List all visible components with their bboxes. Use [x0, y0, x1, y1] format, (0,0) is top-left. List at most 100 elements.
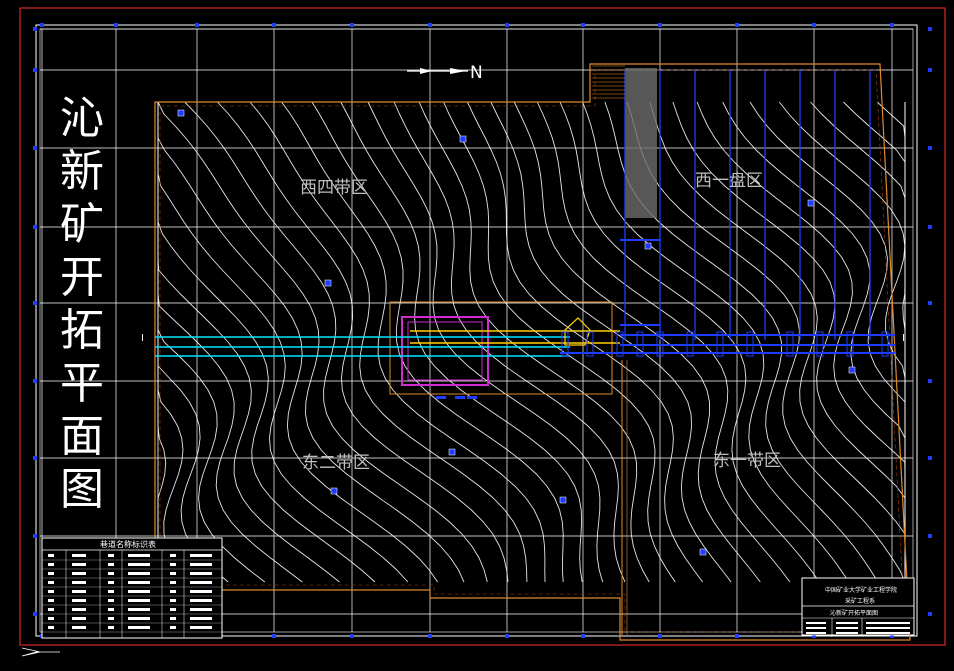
title-char: 沁 [60, 93, 104, 144]
section-marker-left: I [141, 333, 144, 344]
grid-tick [890, 23, 894, 27]
legend-cell-text [72, 554, 86, 557]
contour-line [559, 101, 820, 583]
legend-cell-text [170, 581, 176, 584]
grid-tick [928, 379, 932, 383]
contour-line [810, 101, 906, 582]
shaft-area-magenta-outer [401, 316, 489, 386]
legend-cell-text [108, 563, 114, 566]
legend-cell-text [128, 590, 150, 593]
zone-label-east-one: 东一带区 [713, 451, 781, 471]
contour-line [157, 102, 376, 583]
legend-cell-text [48, 590, 54, 593]
grid-tick [350, 634, 354, 638]
corner-mark [21, 647, 60, 657]
borehole-marker [699, 548, 707, 556]
station-mark [436, 396, 446, 399]
zone-label-east-two: 东二带区 [302, 453, 370, 473]
mine-development-plan-drawing: I I N 西四带区 西一盘区 东二带区 东一带区 巷道名称标识表 中国矿业大学… [19, 7, 946, 657]
contour-line [649, 101, 906, 582]
grid-tick [33, 612, 37, 616]
title-char: 拓 [60, 305, 104, 356]
contour-line [340, 101, 583, 583]
roadway-legend-table: 巷道名称标识表 [41, 537, 223, 639]
legend-cell-text [48, 617, 54, 620]
legend-cell-text [190, 626, 212, 629]
title-char: 新 [60, 146, 104, 197]
contour-line [157, 102, 195, 583]
legend-cell-text [190, 608, 212, 611]
grid-tick [928, 301, 932, 305]
grid-tick [505, 634, 509, 638]
top-hatching [592, 65, 625, 99]
legend-cell-text [48, 608, 54, 611]
contour-line [281, 101, 546, 583]
title-block-line2: 采矿工程系 [845, 597, 875, 605]
legend-cell-text [128, 572, 150, 575]
grid-tick [581, 634, 585, 638]
grid-tick [350, 23, 354, 27]
legend-cell-text [128, 617, 150, 620]
title-char: 图 [60, 464, 104, 515]
borehole-marker [324, 279, 332, 287]
grid-tick [735, 23, 739, 27]
legend-cell-text [72, 626, 86, 629]
panel-gob-hatch [625, 68, 657, 218]
grid-tick [735, 634, 739, 638]
contour-line [184, 101, 488, 583]
contour-line [393, 101, 626, 583]
legend-cell-text [72, 608, 86, 611]
grid-tick [428, 23, 432, 27]
legend-cell-text [48, 572, 54, 575]
grid-tick [428, 634, 432, 638]
legend-cell-text [170, 554, 176, 557]
grid-tick [40, 23, 44, 27]
legend-cell-text [128, 608, 150, 611]
legend-cell-text [108, 581, 114, 584]
legend-cell-text [128, 563, 150, 566]
title-block-cell [866, 627, 910, 629]
grid-tick [33, 27, 37, 31]
legend-cell-text [128, 554, 150, 557]
legend-cell-text [48, 554, 54, 557]
legend-cell-text [108, 608, 114, 611]
zone-label-west-four: 西四带区 [300, 178, 368, 198]
borehole-marker [177, 109, 185, 117]
borehole-marker [559, 496, 567, 504]
title-char: 开 [60, 252, 104, 303]
contour-line [367, 101, 604, 583]
borehole-marker [448, 448, 456, 456]
legend-cell-text [108, 626, 114, 629]
legend-cell-text [190, 581, 212, 584]
legend-cell-text [170, 563, 176, 566]
legend-cell-text [108, 572, 114, 575]
title-block-cell [806, 627, 826, 629]
borehole-marker [459, 135, 467, 143]
contour-line [626, 101, 906, 583]
legend-cell-text [48, 581, 54, 584]
legend-cell-text [190, 590, 212, 593]
legend-cell-text [170, 626, 176, 629]
title-block-cell [836, 632, 858, 634]
legend-cell-text [190, 617, 212, 620]
grid-tick [114, 23, 118, 27]
grid-tick [812, 23, 816, 27]
grid-tick [33, 534, 37, 538]
grid-tick [33, 68, 37, 72]
grid-tick [33, 301, 37, 305]
station-mark [455, 396, 465, 399]
legend-cell-text [108, 590, 114, 593]
title-block-cell [836, 622, 858, 624]
grid-tick [928, 456, 932, 460]
legend-cell-text [108, 617, 114, 620]
legend-cell-text [170, 608, 176, 611]
legend-cell-text [72, 599, 86, 602]
grid-tick [33, 379, 37, 383]
legend-cell-text [72, 563, 86, 566]
title-char: 矿 [60, 199, 104, 250]
title-char: 平 [60, 358, 104, 409]
section-marker-right: I [902, 333, 905, 344]
title-block-line1: 中国矿业大学矿业工程学院 [825, 586, 897, 594]
grid-tick [505, 23, 509, 27]
grid-tick [33, 225, 37, 229]
